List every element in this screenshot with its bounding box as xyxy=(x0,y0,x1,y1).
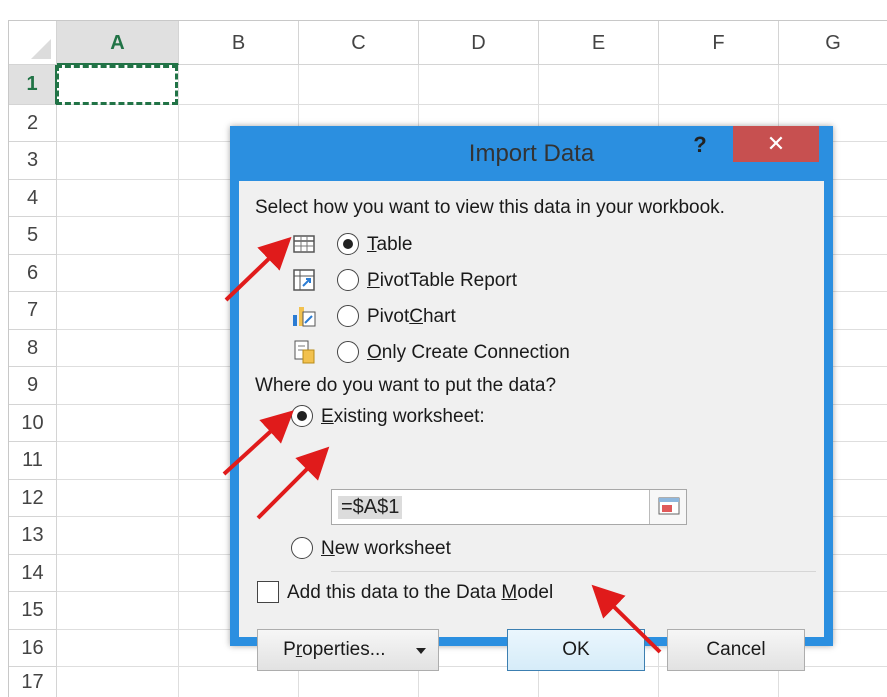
active-cell-a1[interactable] xyxy=(56,65,178,105)
close-button[interactable]: ✕ xyxy=(733,126,819,162)
connection-option-label[interactable]: Only Create Connection xyxy=(367,342,570,364)
new-worksheet-radio[interactable] xyxy=(291,537,313,559)
select-all-triangle xyxy=(31,39,51,59)
properties-button[interactable]: Properties... xyxy=(257,629,439,671)
existing-worksheet-radio[interactable] xyxy=(291,405,313,427)
row-header-3[interactable]: 3 xyxy=(9,142,57,180)
row-header-15[interactable]: 15 xyxy=(9,592,57,630)
row-header-12[interactable]: 12 xyxy=(9,480,57,517)
table-icon xyxy=(293,235,315,253)
row-header-10[interactable]: 10 xyxy=(9,405,57,442)
row-header-4[interactable]: 4 xyxy=(9,180,57,217)
cancel-button[interactable]: Cancel xyxy=(667,629,805,671)
ok-button[interactable]: OK xyxy=(507,629,645,671)
reference-input[interactable]: =$A$1 xyxy=(331,489,687,525)
pivotchart-icon xyxy=(293,307,316,327)
table-radio[interactable] xyxy=(337,233,359,255)
range-select-button[interactable] xyxy=(649,490,686,524)
connection-icon xyxy=(294,340,315,364)
connection-radio[interactable] xyxy=(337,341,359,363)
gridline xyxy=(178,65,179,697)
chevron-down-icon xyxy=(416,648,426,654)
existing-worksheet-label[interactable]: Existing worksheet: xyxy=(321,406,485,428)
pivottable-radio[interactable] xyxy=(337,269,359,291)
collapse-dialog-icon xyxy=(658,497,680,515)
reference-value: =$A$1 xyxy=(338,496,403,519)
row-header-11[interactable]: 11 xyxy=(9,442,57,480)
row-header-17[interactable]: 17 xyxy=(9,667,57,697)
row-header-8[interactable]: 8 xyxy=(9,330,57,367)
pivottable-icon xyxy=(293,269,315,291)
data-model-label[interactable]: Add this data to the Data Model xyxy=(287,582,553,604)
column-header-e[interactable]: E xyxy=(539,21,659,65)
column-header-g[interactable]: G xyxy=(779,21,887,65)
row-header-14[interactable]: 14 xyxy=(9,555,57,592)
help-button[interactable]: ? xyxy=(688,132,712,158)
row-header-9[interactable]: 9 xyxy=(9,367,57,405)
row-header-13[interactable]: 13 xyxy=(9,517,57,555)
dialog-titlebar[interactable]: Import Data ? ✕ xyxy=(239,126,824,181)
column-header-a[interactable]: A xyxy=(57,21,179,65)
view-prompt: Select how you want to view this data in… xyxy=(255,197,725,218)
row-header-7[interactable]: 7 xyxy=(9,292,57,330)
new-worksheet-label[interactable]: New worksheet xyxy=(321,538,451,560)
row-header-6[interactable]: 6 xyxy=(9,255,57,292)
column-header-d[interactable]: D xyxy=(419,21,539,65)
table-option-label[interactable]: Table xyxy=(367,234,412,256)
pivottable-option-label[interactable]: PivotTable Report xyxy=(367,270,517,292)
pivotchart-option-label[interactable]: PivotChart xyxy=(367,306,456,328)
row-header-2[interactable]: 2 xyxy=(9,105,57,142)
row-header-1[interactable]: 1 xyxy=(9,65,57,105)
select-all-corner[interactable] xyxy=(9,21,57,65)
separator xyxy=(331,571,816,572)
row-header-5[interactable]: 5 xyxy=(9,217,57,255)
column-header-f[interactable]: F xyxy=(659,21,779,65)
row-header-16[interactable]: 16 xyxy=(9,630,57,667)
column-header-b[interactable]: B xyxy=(179,21,299,65)
import-data-dialog: Import Data ? ✕ Select how you want to v… xyxy=(230,126,833,671)
gridline xyxy=(57,104,887,105)
data-model-checkbox[interactable] xyxy=(257,581,279,603)
column-header-c[interactable]: C xyxy=(299,21,419,65)
pivotchart-radio[interactable] xyxy=(337,305,359,327)
location-prompt: Where do you want to put the data? xyxy=(255,375,557,396)
dialog-body: Select how you want to view this data in… xyxy=(239,181,824,671)
